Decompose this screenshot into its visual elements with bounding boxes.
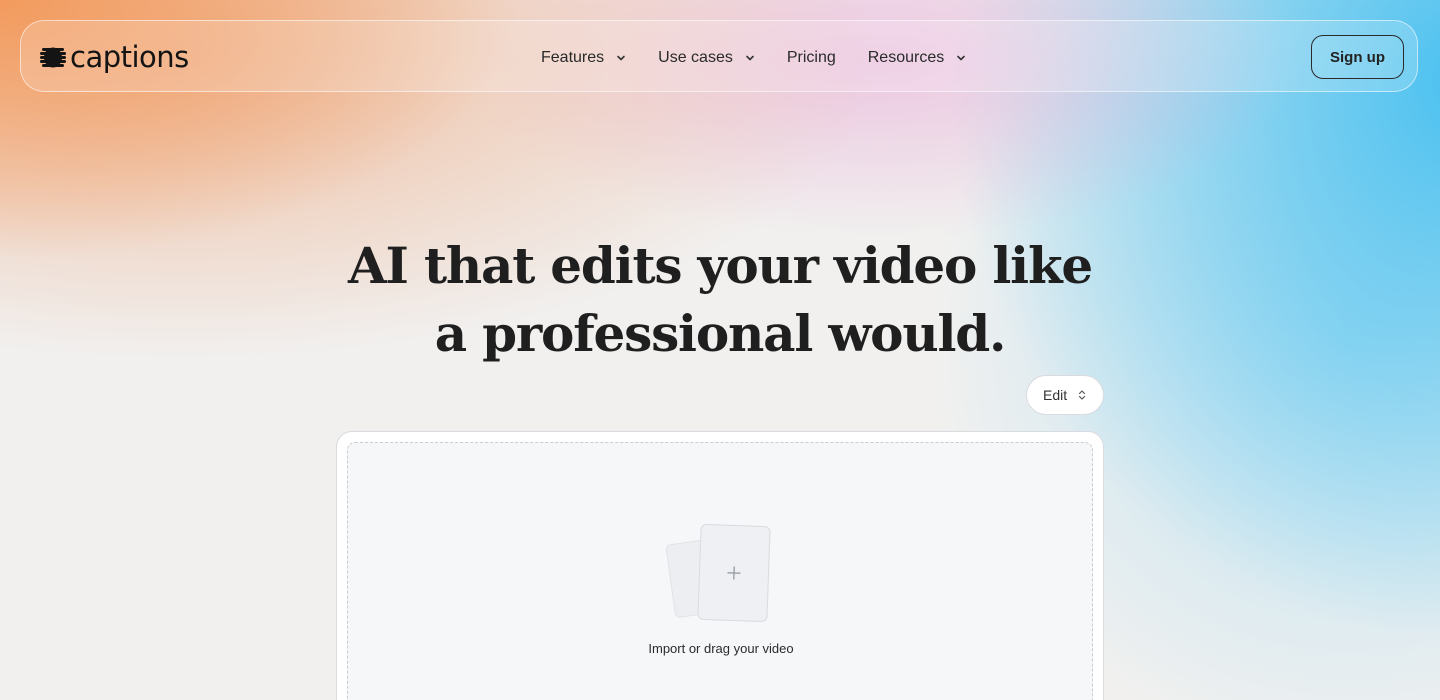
mode-select-button[interactable]: Edit xyxy=(1026,375,1104,415)
hero-title: AI that edits your video like a professi… xyxy=(347,235,1093,363)
captions-logo-icon xyxy=(40,47,66,68)
nav-item-label: Use cases xyxy=(658,49,733,66)
chevron-down-icon xyxy=(957,55,966,61)
top-navigation-bar: captions Features Use cases Pricing Reso… xyxy=(20,20,1418,92)
upload-label: Import or drag your video xyxy=(648,641,794,656)
nav-item-label: Pricing xyxy=(786,49,836,66)
plus-icon xyxy=(727,566,741,580)
video-card-icon xyxy=(697,523,771,623)
chevron-down-icon xyxy=(617,55,625,61)
brand-name: captions xyxy=(70,40,189,74)
nav-item-resources[interactable]: Resources xyxy=(868,49,966,67)
brand-logo[interactable]: captions xyxy=(40,41,189,73)
nav-item-features[interactable]: Features xyxy=(541,49,626,67)
sign-up-button[interactable]: Sign up xyxy=(1311,35,1404,79)
upload-panel: Import or drag your video xyxy=(336,431,1104,700)
chevron-up-down-icon xyxy=(1079,390,1086,400)
nav-item-label: Features xyxy=(541,49,605,66)
main-menu: Features Use cases Pricing Resources xyxy=(541,45,998,71)
nav-item-use-cases[interactable]: Use cases xyxy=(658,49,755,67)
mode-select-value: Edit xyxy=(1043,387,1068,403)
nav-item-pricing[interactable]: Pricing xyxy=(787,49,836,67)
video-dropzone[interactable]: Import or drag your video xyxy=(347,442,1093,700)
nav-item-label: Resources xyxy=(867,49,945,66)
chevron-down-icon xyxy=(746,55,754,61)
